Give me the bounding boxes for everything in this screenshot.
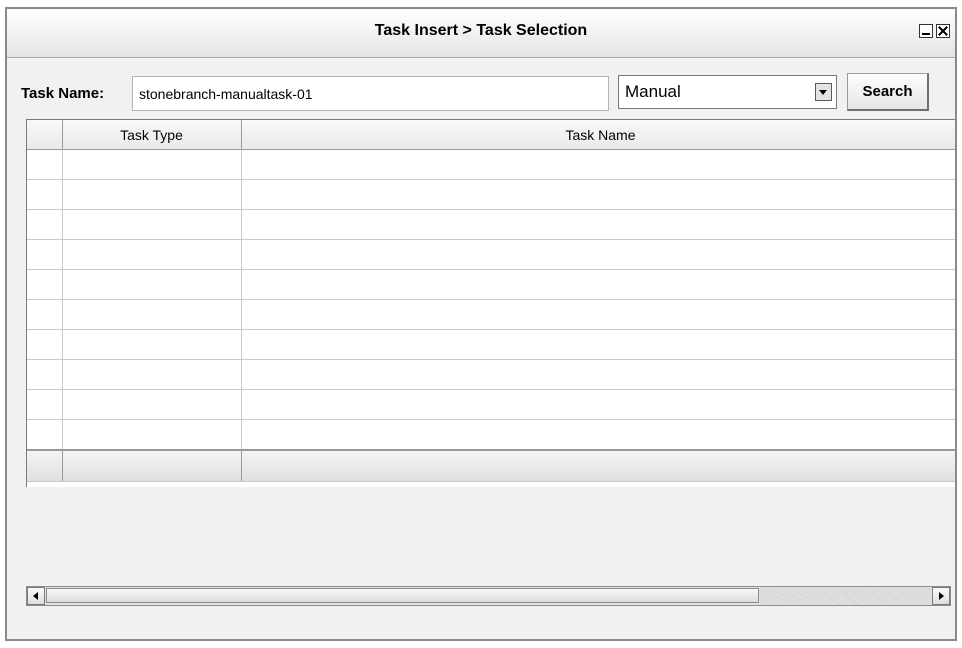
task-name-cell[interactable] (241, 179, 955, 210)
table-row[interactable] (27, 239, 955, 270)
row-selector-header[interactable] (27, 120, 63, 150)
task-name-cell[interactable] (241, 359, 955, 390)
task-type-cell[interactable] (62, 359, 242, 390)
column-header-task-type[interactable]: Task Type (62, 120, 242, 150)
task-name-cell[interactable] (241, 209, 955, 240)
task-type-cell[interactable] (62, 149, 242, 180)
task-type-cell[interactable] (62, 269, 242, 300)
scrollbar-thumb[interactable] (46, 588, 759, 603)
table-row[interactable] (27, 209, 955, 240)
row-selector-cell[interactable] (27, 149, 63, 180)
table-header-row: Task Type Task Name (27, 120, 955, 150)
row-selector-cell[interactable] (27, 359, 63, 390)
table-row[interactable] (27, 299, 955, 330)
footer-cell (241, 449, 955, 482)
task-name-cell[interactable] (241, 419, 955, 451)
task-type-cell[interactable] (62, 299, 242, 330)
row-selector-cell[interactable] (27, 299, 63, 330)
table-row[interactable] (27, 179, 955, 210)
task-selection-dialog: Task Insert > Task Selection Task Name: … (5, 7, 957, 641)
task-type-cell[interactable] (62, 329, 242, 360)
task-name-input[interactable] (132, 76, 609, 111)
row-selector-cell[interactable] (27, 179, 63, 210)
table-row[interactable] (27, 269, 955, 300)
minimize-icon[interactable] (919, 24, 933, 38)
task-name-cell[interactable] (241, 149, 955, 180)
task-type-selected-value: Manual (625, 82, 681, 101)
scrollbar-track[interactable] (760, 587, 931, 605)
task-name-cell[interactable] (241, 389, 955, 420)
column-header-task-name[interactable]: Task Name (241, 120, 955, 150)
task-name-label: Task Name: (21, 85, 105, 102)
table-row[interactable] (27, 149, 955, 180)
task-type-cell[interactable] (62, 239, 242, 270)
table-footer-row (27, 449, 955, 482)
table-row[interactable] (27, 389, 955, 420)
task-type-cell[interactable] (62, 209, 242, 240)
footer-cell (62, 449, 242, 482)
footer-cell (27, 449, 63, 482)
close-icon[interactable] (936, 24, 950, 38)
search-bar: Task Name: Manual Search (7, 57, 955, 117)
table-row[interactable] (27, 359, 955, 390)
task-type-cell[interactable] (62, 419, 242, 451)
row-selector-cell[interactable] (27, 389, 63, 420)
task-type-cell[interactable] (62, 389, 242, 420)
table-row[interactable] (27, 419, 955, 451)
row-selector-cell[interactable] (27, 239, 63, 270)
row-selector-cell[interactable] (27, 269, 63, 300)
horizontal-scrollbar[interactable] (26, 586, 951, 606)
arrow-left-icon[interactable] (27, 587, 45, 605)
row-selector-cell[interactable] (27, 329, 63, 360)
arrow-right-icon[interactable] (932, 587, 950, 605)
task-type-cell[interactable] (62, 179, 242, 210)
row-selector-cell[interactable] (27, 419, 63, 451)
task-name-cell[interactable] (241, 239, 955, 270)
task-name-cell[interactable] (241, 269, 955, 300)
task-results-grid: Task Type Task Name (26, 119, 955, 487)
table-row[interactable] (27, 329, 955, 360)
row-selector-cell[interactable] (27, 209, 63, 240)
results-table: Task Type Task Name (27, 120, 955, 482)
chevron-down-icon[interactable] (815, 83, 832, 101)
task-name-cell[interactable] (241, 329, 955, 360)
dialog-title: Task Insert > Task Selection (374, 22, 588, 39)
title-bar[interactable]: Task Insert > Task Selection (7, 9, 955, 58)
task-name-cell[interactable] (241, 299, 955, 330)
task-type-select[interactable]: Manual (618, 75, 837, 109)
search-button[interactable]: Search (847, 73, 929, 111)
